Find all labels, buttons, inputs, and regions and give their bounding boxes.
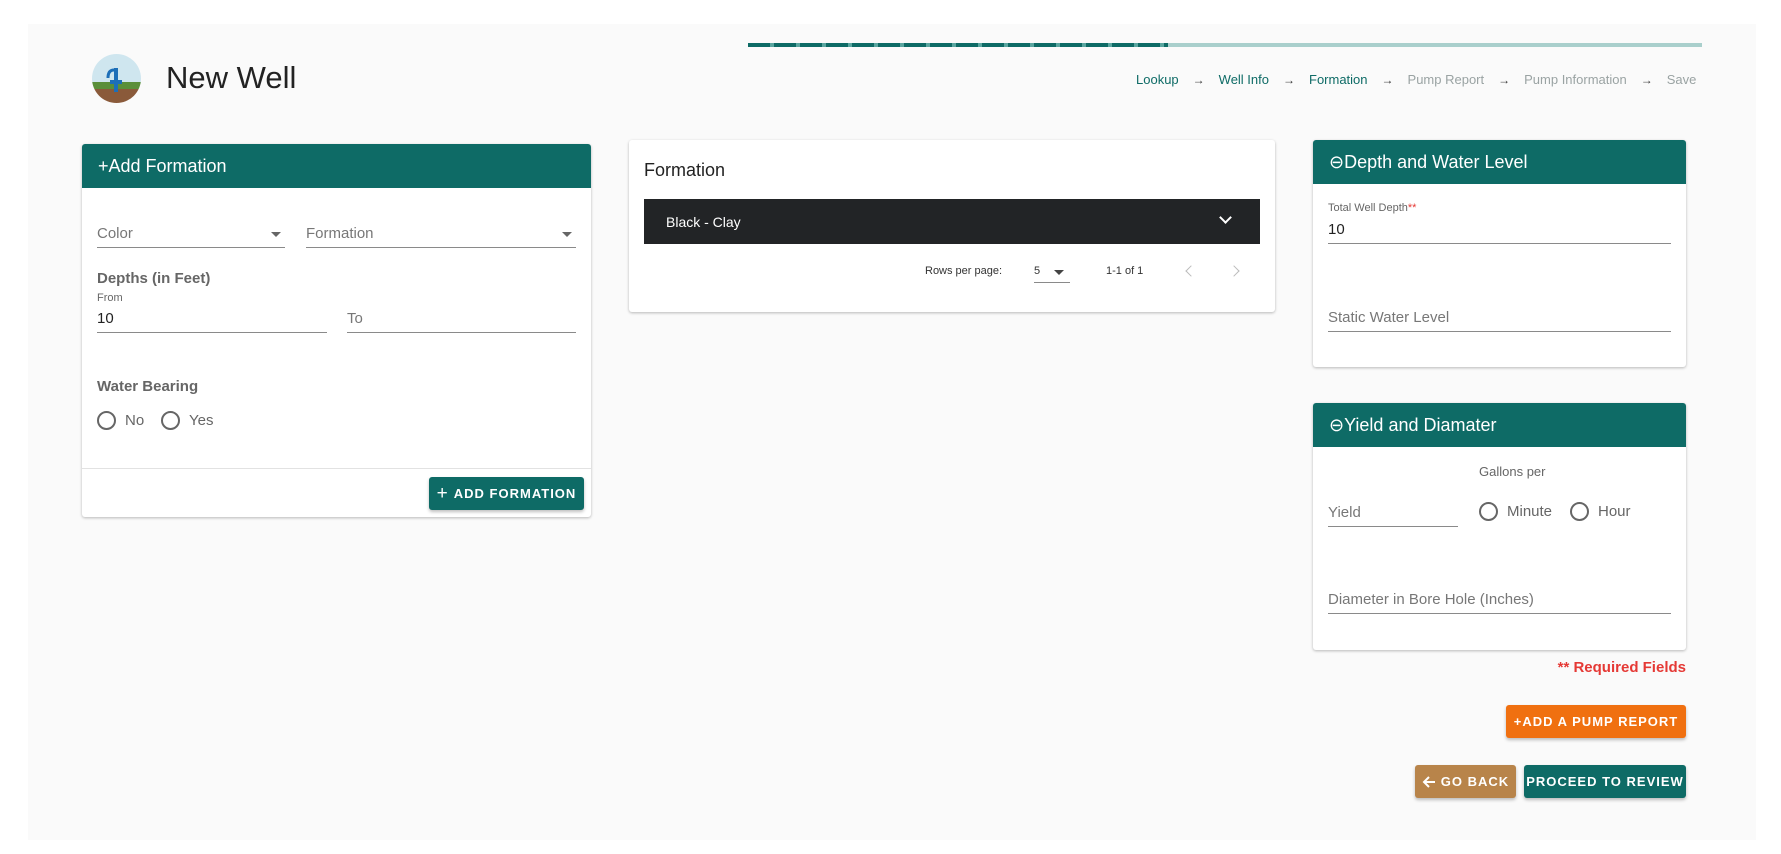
step-formation[interactable]: Formation bbox=[1309, 72, 1368, 87]
pagination-range: 1-1 of 1 bbox=[1106, 265, 1144, 277]
formation-row[interactable]: Black - Clay bbox=[644, 199, 1260, 244]
formation-row-label: Black - Clay bbox=[666, 213, 741, 230]
yield-placeholder: Yield bbox=[1328, 504, 1361, 521]
dropdown-caret-icon bbox=[271, 232, 281, 237]
static-water-level-input[interactable]: Static Water Level bbox=[1328, 304, 1671, 332]
required-mark: ** bbox=[1407, 202, 1417, 214]
chevron-left-icon[interactable] bbox=[1185, 265, 1197, 277]
rows-per-page-label: Rows per page: bbox=[925, 265, 1003, 277]
formation-select[interactable]: Formation bbox=[306, 220, 576, 248]
radio-circle-icon bbox=[161, 411, 180, 430]
add-formation-header: +Add Formation bbox=[82, 144, 591, 188]
gallons-per-hour-radio[interactable]: Hour bbox=[1570, 502, 1631, 521]
dropdown-caret-icon bbox=[1054, 270, 1064, 275]
total-well-depth-label-text: Total Well Depth bbox=[1328, 202, 1408, 214]
dropdown-caret-icon bbox=[562, 232, 572, 237]
add-formation-card: +Add Formation Color Formation Depths (i… bbox=[82, 144, 591, 517]
progress-fill bbox=[748, 43, 1168, 47]
plus-icon: + bbox=[436, 482, 448, 504]
card-divider bbox=[82, 468, 591, 469]
radio-label: Minute bbox=[1507, 503, 1553, 520]
formation-placeholder: Formation bbox=[306, 225, 374, 242]
water-bearing-yes-radio[interactable]: Yes bbox=[161, 411, 213, 430]
total-well-depth-value: 10 bbox=[1328, 221, 1345, 238]
radio-label: Yes bbox=[189, 412, 214, 429]
step-pump-information: Pump Information bbox=[1524, 72, 1627, 87]
from-depth-value: 10 bbox=[97, 310, 114, 327]
step-arrow-icon: → bbox=[1381, 72, 1394, 87]
stepper: Lookup → Well Info → Formation → Pump Re… bbox=[1136, 72, 1696, 87]
page-title: New Well bbox=[166, 60, 297, 95]
required-fields-note: ** Required Fields bbox=[1557, 659, 1686, 676]
water-bearing-no-radio[interactable]: No bbox=[97, 411, 144, 430]
go-back-button[interactable]: GO BACK bbox=[1415, 765, 1516, 798]
step-well-info[interactable]: Well Info bbox=[1219, 72, 1269, 87]
yield-input[interactable]: Yield bbox=[1328, 499, 1458, 527]
step-arrow-icon: → bbox=[1283, 72, 1295, 87]
radio-label: Hour bbox=[1598, 503, 1631, 520]
proceed-to-review-button[interactable]: PROCEED TO REVIEW bbox=[1524, 765, 1686, 798]
step-arrow-icon: → bbox=[1640, 72, 1653, 87]
formation-table-card: Formation Black - Clay Rows per page: 5 … bbox=[629, 140, 1275, 312]
step-arrow-icon: → bbox=[1192, 72, 1205, 87]
color-placeholder: Color bbox=[97, 225, 133, 242]
total-well-depth-label: Total Well Depth** bbox=[1328, 202, 1416, 214]
add-formation-button[interactable]: + ADD FORMATION bbox=[429, 477, 584, 510]
step-arrow-icon: → bbox=[1498, 72, 1511, 87]
bore-hole-diameter-input[interactable]: Diameter in Bore Hole (Inches) bbox=[1328, 586, 1671, 614]
formation-table-title: Formation bbox=[644, 160, 726, 180]
step-lookup[interactable]: Lookup bbox=[1136, 72, 1179, 87]
from-label: From bbox=[97, 292, 123, 304]
step-pump-report: Pump Report bbox=[1407, 72, 1485, 87]
yield-diameter-header: ⊖Yield and Diamater bbox=[1313, 403, 1686, 447]
well-logo-icon bbox=[92, 54, 141, 103]
radio-circle-icon bbox=[1479, 502, 1498, 521]
static-water-level-placeholder: Static Water Level bbox=[1328, 309, 1450, 326]
gallons-per-minute-radio[interactable]: Minute bbox=[1479, 502, 1552, 521]
depths-label: Depths (in Feet) bbox=[97, 270, 211, 287]
to-placeholder: To bbox=[347, 310, 363, 327]
from-depth-input[interactable]: 10 bbox=[97, 305, 327, 333]
go-back-label: GO BACK bbox=[1440, 774, 1510, 789]
radio-circle-icon bbox=[1570, 502, 1589, 521]
add-formation-button-label: ADD FORMATION bbox=[453, 486, 577, 501]
arrow-left-icon bbox=[1422, 775, 1435, 788]
yield-diameter-card: ⊖Yield and Diamater Gallons per Yield Mi… bbox=[1313, 403, 1686, 650]
progress-bar bbox=[748, 43, 1702, 47]
rows-per-page-value: 5 bbox=[1034, 265, 1041, 277]
rows-per-page-select[interactable]: 5 bbox=[1034, 260, 1070, 283]
radio-circle-icon bbox=[97, 411, 116, 430]
water-bearing-label: Water Bearing bbox=[97, 378, 199, 395]
depth-water-level-header: ⊖Depth and Water Level bbox=[1313, 140, 1686, 184]
color-select[interactable]: Color bbox=[97, 220, 285, 248]
depth-water-level-card: ⊖Depth and Water Level Total Well Depth*… bbox=[1313, 140, 1686, 367]
to-depth-input[interactable]: To bbox=[347, 305, 576, 333]
total-well-depth-input[interactable]: 10 bbox=[1328, 216, 1671, 244]
gallons-per-label: Gallons per bbox=[1479, 464, 1546, 479]
bore-hole-diameter-placeholder: Diameter in Bore Hole (Inches) bbox=[1328, 591, 1534, 608]
radio-label: No bbox=[125, 412, 145, 429]
chevron-down-icon[interactable] bbox=[1219, 211, 1232, 224]
add-pump-report-button[interactable]: +ADD A PUMP REPORT bbox=[1506, 705, 1686, 738]
chevron-right-icon[interactable] bbox=[1228, 265, 1240, 277]
step-save: Save bbox=[1666, 72, 1697, 87]
